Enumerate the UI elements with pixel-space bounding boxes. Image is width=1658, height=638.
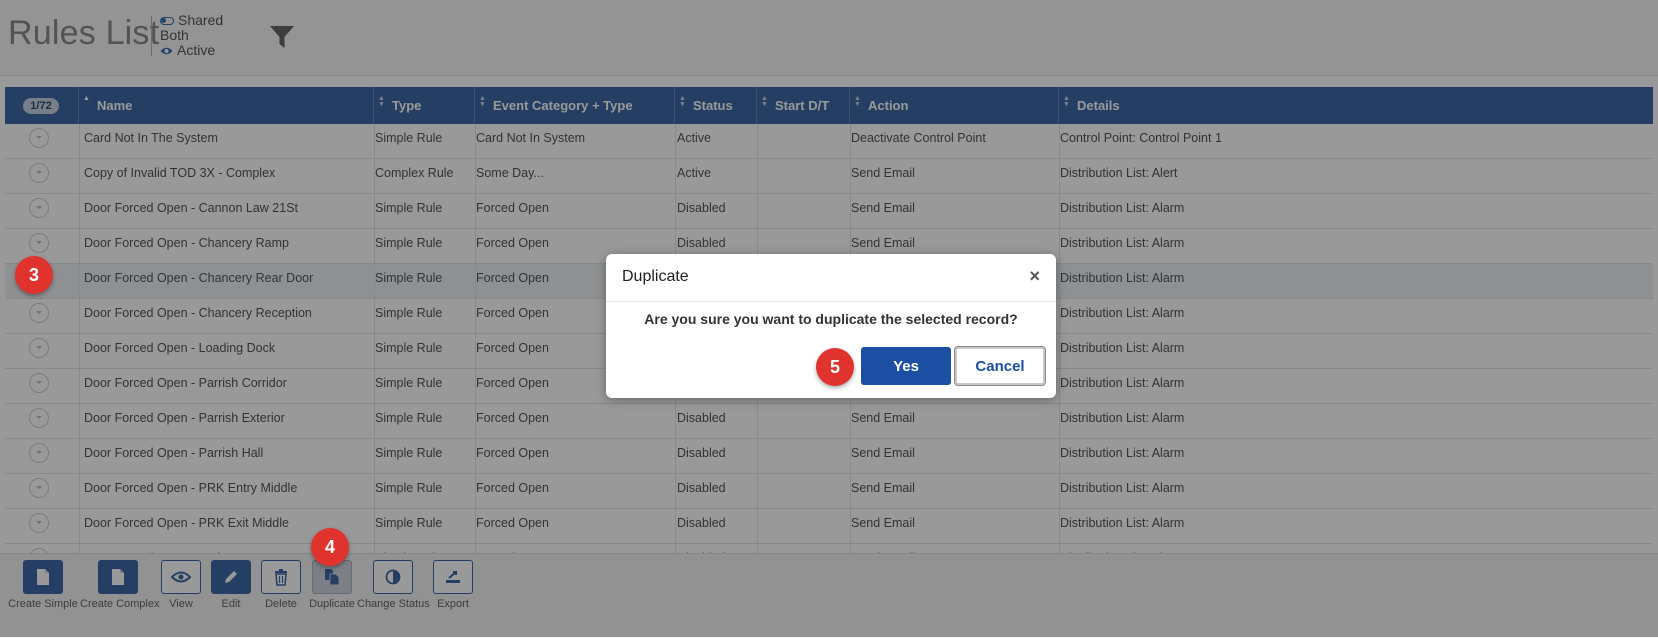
step-badge-5: 5 bbox=[816, 348, 854, 386]
close-icon[interactable]: × bbox=[1029, 266, 1040, 287]
step-badge-3: 3 bbox=[15, 256, 53, 294]
rules-list-page: Rules List Shared Both Active 1/72 ▲ Nam… bbox=[0, 0, 1658, 638]
dialog-message: Are you sure you want to duplicate the s… bbox=[644, 311, 1018, 327]
step-badge-4: 4 bbox=[311, 528, 349, 566]
yes-button[interactable]: Yes bbox=[861, 347, 951, 385]
dialog-title: Duplicate bbox=[622, 268, 689, 285]
dialog-header: Duplicate × bbox=[606, 254, 1056, 302]
cancel-button[interactable]: Cancel bbox=[954, 346, 1046, 386]
